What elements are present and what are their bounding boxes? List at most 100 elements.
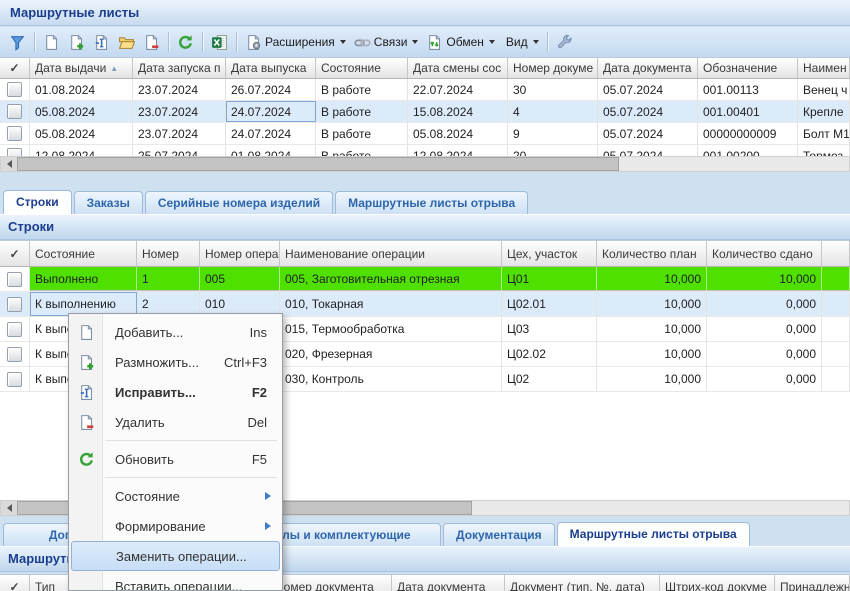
route-sheets-horizontal-scrollbar[interactable] — [0, 156, 850, 172]
cell[interactable]: Ц03 — [502, 317, 597, 341]
cell[interactable]: 020, Фрезерная — [280, 342, 502, 366]
checkbox-cell[interactable] — [0, 123, 30, 144]
select-all-column-header[interactable]: ✓ — [0, 241, 30, 266]
cell[interactable]: 05.07.2024 — [598, 145, 698, 156]
links-menu[interactable]: Связи — [351, 31, 422, 54]
column-header[interactable]: Принадлежн — [775, 575, 850, 591]
cell[interactable]: 01.08.2024 — [226, 145, 316, 156]
checkbox-cell[interactable] — [0, 317, 30, 341]
column-header[interactable]: Номер — [137, 241, 200, 266]
cell[interactable] — [822, 267, 850, 291]
cell[interactable]: Ц02.01 — [502, 292, 597, 316]
row-checkbox[interactable] — [7, 322, 22, 337]
scrollbar-thumb[interactable] — [17, 157, 619, 171]
column-header[interactable]: Дата выдачи▲ — [30, 58, 133, 78]
cell[interactable]: В работе — [316, 79, 408, 100]
checkbox-cell[interactable] — [0, 292, 30, 316]
cell[interactable]: 10,000 — [597, 367, 707, 391]
cell[interactable]: 10,000 — [597, 267, 707, 291]
select-all-column-header[interactable]: ✓ — [0, 58, 30, 78]
settings-button[interactable] — [553, 31, 576, 54]
cell[interactable]: 005, Заготовительная отрезная — [280, 267, 502, 291]
cell[interactable]: Ц02 — [502, 367, 597, 391]
column-header[interactable]: Номер документа — [270, 575, 392, 591]
cell[interactable]: 25.07.2024 — [133, 145, 226, 156]
tab-rows[interactable]: Строки — [3, 190, 72, 214]
cell[interactable]: 0,000 — [707, 292, 822, 316]
checkbox-cell[interactable] — [0, 145, 30, 156]
cell[interactable]: 10,000 — [597, 317, 707, 341]
table-row[interactable]: Выполнено1005005, Заготовительная отрезн… — [0, 267, 850, 292]
row-checkbox[interactable] — [7, 104, 22, 119]
cell[interactable]: 12.08.2024 — [408, 145, 508, 156]
select-all-column-header[interactable]: ✓ — [0, 575, 30, 591]
menu-add[interactable]: Добавить...Ins — [71, 317, 280, 347]
cell[interactable]: Ц02.02 — [502, 342, 597, 366]
cell[interactable]: Ц01 — [502, 267, 597, 291]
cell[interactable]: Крепле — [798, 101, 850, 122]
cell[interactable]: 010, Токарная — [280, 292, 502, 316]
exchange-menu[interactable]: Обмен — [423, 31, 498, 54]
cell[interactable]: 05.08.2024 — [30, 123, 133, 144]
column-header[interactable]: Количество план — [597, 241, 707, 266]
cell[interactable]: 9 — [508, 123, 598, 144]
menu-insert-operations[interactable]: Вставить операции... — [71, 571, 280, 591]
cell[interactable]: 24.07.2024 — [226, 101, 316, 122]
cell[interactable]: 001.00113 — [698, 79, 798, 100]
cell[interactable]: 1 — [137, 267, 200, 291]
checkbox-cell[interactable] — [0, 267, 30, 291]
menu-delete[interactable]: УдалитьDel — [71, 407, 280, 437]
cell[interactable]: В работе — [316, 145, 408, 156]
cell[interactable]: 23.07.2024 — [133, 79, 226, 100]
checkbox-cell[interactable] — [0, 101, 30, 122]
cell[interactable]: Тормоз — [798, 145, 850, 156]
delete-button[interactable] — [140, 31, 163, 54]
add-button[interactable] — [40, 31, 63, 54]
cell[interactable]: 01.08.2024 — [30, 79, 133, 100]
cell[interactable]: Выполнено — [30, 267, 137, 291]
cell[interactable] — [822, 292, 850, 316]
cell[interactable]: 015, Термообработка — [280, 317, 502, 341]
cell[interactable]: 001.00200 — [698, 145, 798, 156]
cell[interactable]: 20 — [508, 145, 598, 156]
cell[interactable]: В работе — [316, 101, 408, 122]
tab-serial-numbers[interactable]: Серийные номера изделий — [145, 191, 333, 214]
cell[interactable]: 12.08.2024 — [30, 145, 133, 156]
cell[interactable]: 10,000 — [597, 342, 707, 366]
table-row[interactable]: 05.08.202423.07.202424.07.2024В работе15… — [0, 101, 850, 123]
view-menu[interactable]: Вид — [500, 31, 542, 54]
menu-duplicate[interactable]: Размножить...Ctrl+F3 — [71, 347, 280, 377]
column-header[interactable]: Дата выпуска — [226, 58, 316, 78]
column-header[interactable]: Состояние — [30, 241, 137, 266]
menu-refresh[interactable]: ОбновитьF5 — [71, 444, 280, 474]
cell[interactable]: 05.07.2024 — [598, 79, 698, 100]
cell[interactable]: В работе — [316, 123, 408, 144]
column-header[interactable]: Номер докуме — [508, 58, 598, 78]
tab-orders[interactable]: Заказы — [74, 191, 143, 214]
cell[interactable]: 001.00401 — [698, 101, 798, 122]
cell[interactable]: Венец ч — [798, 79, 850, 100]
checkbox-cell[interactable] — [0, 367, 30, 391]
cell[interactable]: 30 — [508, 79, 598, 100]
cell[interactable]: 00000000009 — [698, 123, 798, 144]
extensions-menu[interactable]: Расширения — [242, 31, 349, 54]
column-header[interactable] — [822, 241, 850, 266]
cell[interactable]: 05.08.2024 — [408, 123, 508, 144]
row-checkbox[interactable] — [7, 347, 22, 362]
menu-edit[interactable]: Исправить...F2 — [71, 377, 280, 407]
cell[interactable]: 030, Контроль — [280, 367, 502, 391]
cell[interactable]: 0,000 — [707, 367, 822, 391]
scroll-left-button[interactable] — [1, 157, 17, 171]
checkbox-cell[interactable] — [0, 342, 30, 366]
checkbox-cell[interactable] — [0, 79, 30, 100]
column-header[interactable]: Наименование операции — [280, 241, 502, 266]
cell[interactable] — [822, 342, 850, 366]
cell[interactable]: 05.07.2024 — [598, 101, 698, 122]
column-header[interactable]: Обозначение — [698, 58, 798, 78]
tab-documentation[interactable]: Документация — [443, 523, 555, 546]
duplicate-button[interactable] — [65, 31, 88, 54]
cell[interactable]: 23.07.2024 — [133, 101, 226, 122]
row-checkbox[interactable] — [7, 126, 22, 141]
cell[interactable]: 05.07.2024 — [598, 123, 698, 144]
column-header[interactable]: Дата документа — [392, 575, 505, 591]
